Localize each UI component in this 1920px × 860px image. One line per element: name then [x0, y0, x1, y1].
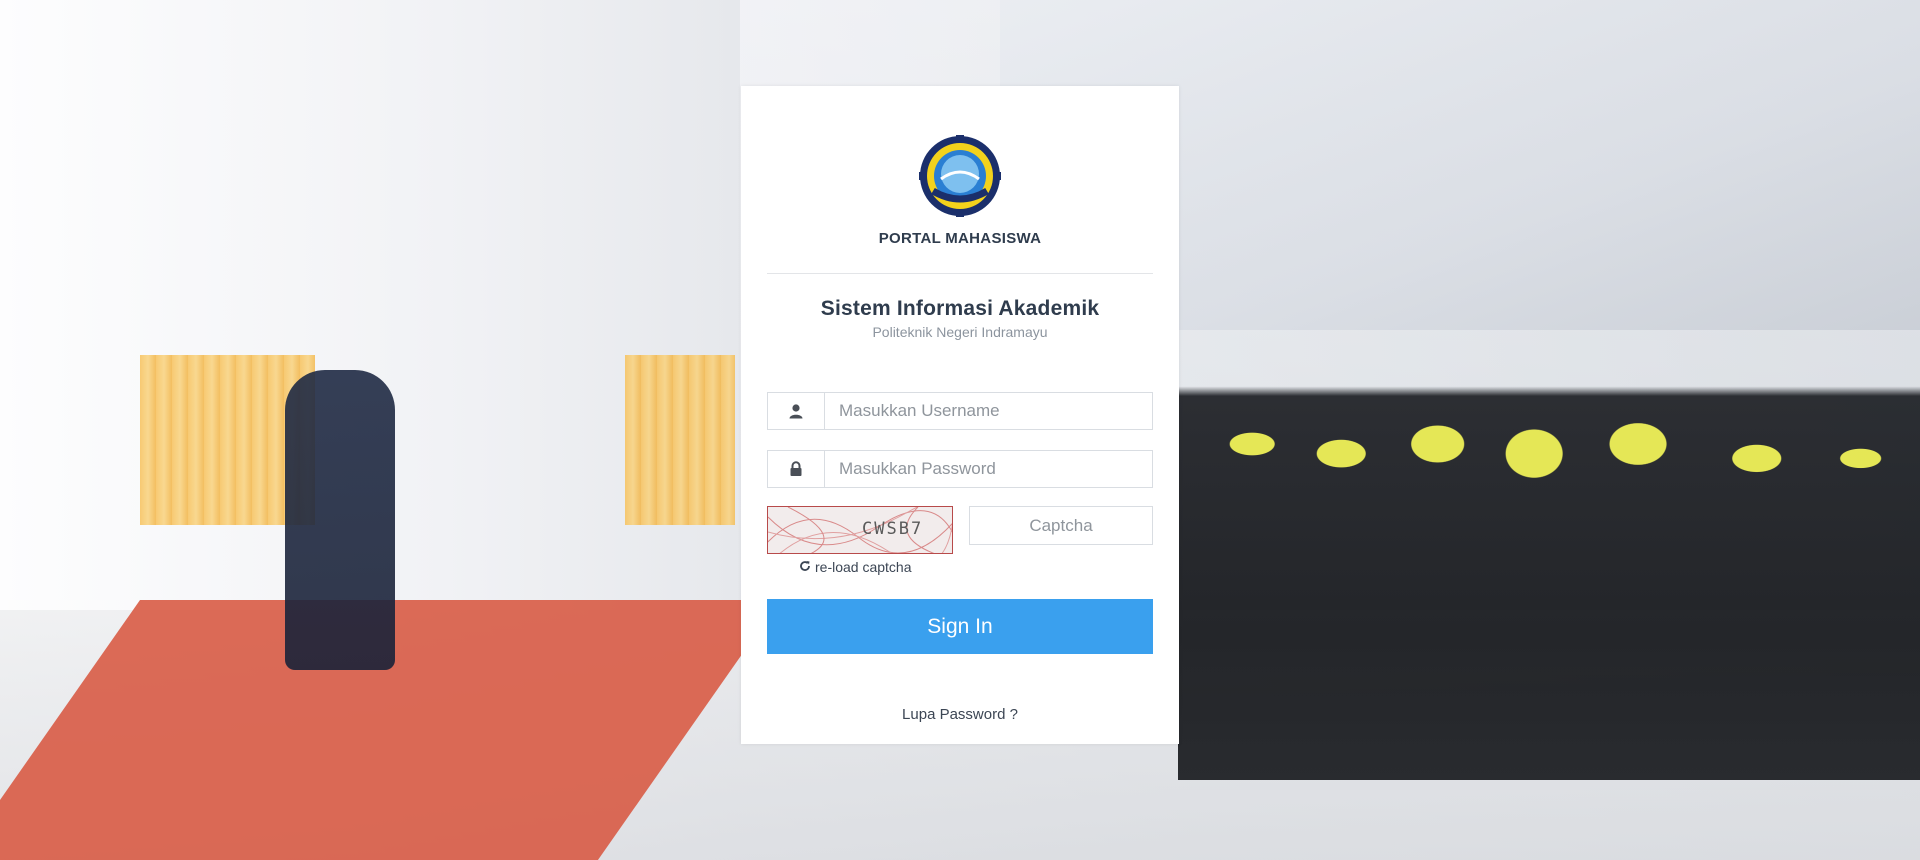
- password-input[interactable]: [825, 451, 1152, 487]
- refresh-icon: [799, 559, 811, 575]
- sign-in-button[interactable]: Sign In: [767, 599, 1153, 654]
- lock-icon: [768, 451, 825, 487]
- header-divider: [767, 273, 1153, 274]
- graduate-speaker: [285, 370, 395, 670]
- reload-captcha-link[interactable]: re-load captcha: [799, 559, 912, 575]
- portal-title: PORTAL MAHASISWA: [878, 230, 1042, 247]
- login-card: PORTAL MAHASISWA Sistem Informasi Akadem…: [741, 86, 1179, 744]
- captcha-input[interactable]: [969, 506, 1153, 545]
- graduates-crowd: [1178, 300, 1920, 780]
- captcha-image: CWSB7: [767, 506, 953, 554]
- captcha-noise: [768, 507, 952, 553]
- password-field: [767, 450, 1153, 488]
- system-subtitle: Politeknik Negeri Indramayu: [872, 324, 1048, 340]
- captcha-code: CWSB7: [862, 519, 924, 539]
- reload-captcha-label: re-load captcha: [815, 559, 912, 575]
- polindra-logo: [919, 135, 1001, 217]
- forgot-password-link[interactable]: Lupa Password ?: [741, 706, 1179, 723]
- system-title: Sistem Informasi Akademik: [820, 297, 1100, 320]
- username-input[interactable]: [825, 393, 1152, 429]
- logo-emblem: [919, 135, 1001, 217]
- username-field: [767, 392, 1153, 430]
- curtain-right: [625, 355, 735, 525]
- user-icon: [768, 393, 825, 429]
